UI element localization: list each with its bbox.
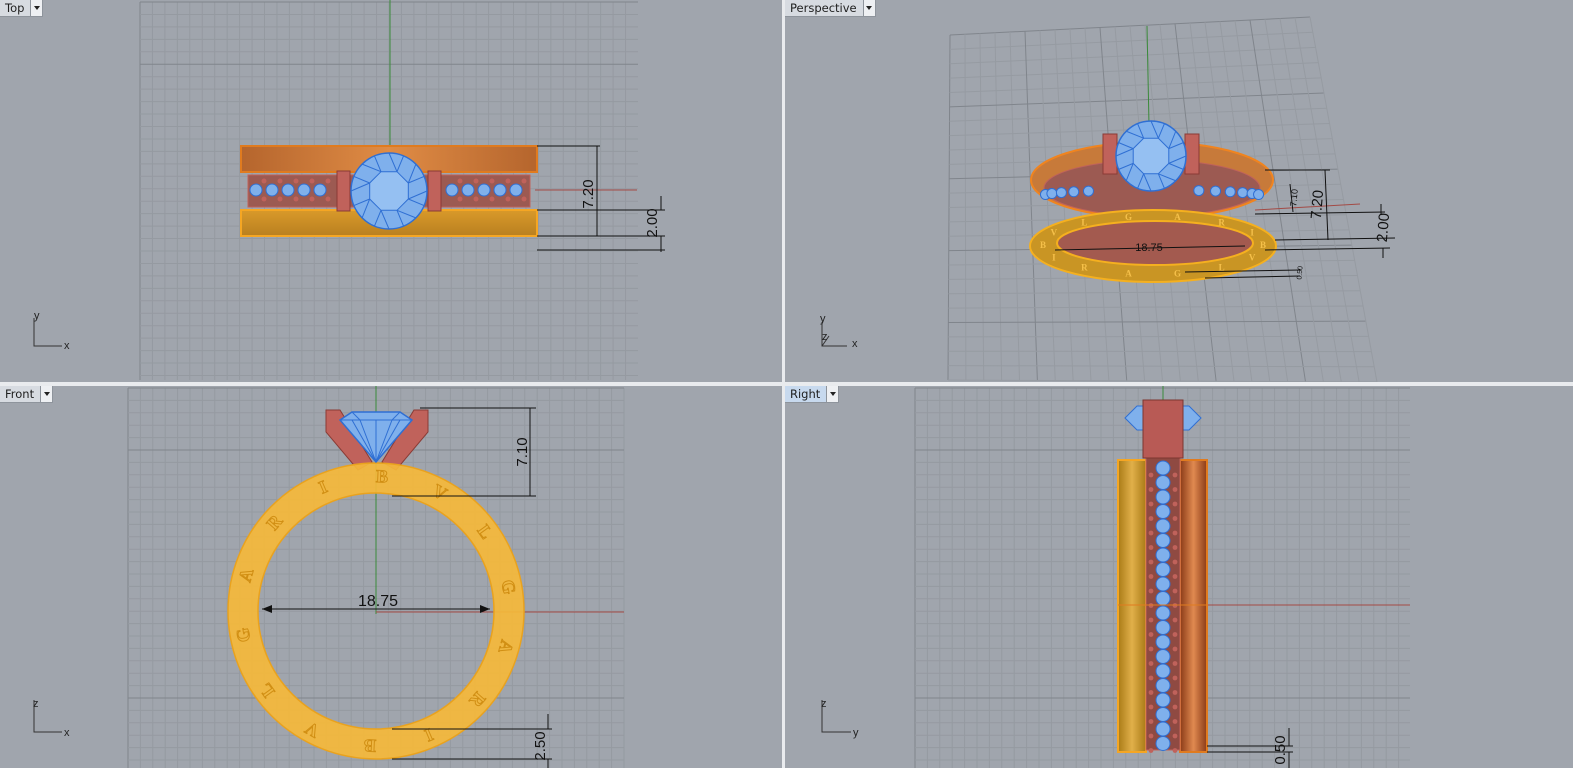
ring-letter: I — [1052, 253, 1056, 263]
axis-z-label: z — [822, 331, 828, 343]
axis-x-label: x — [852, 338, 858, 350]
viewport-right[interactable]: Right 0.50 z y — [785, 386, 1573, 768]
dropdown-arrow-icon[interactable] — [826, 386, 839, 402]
viewport-tab-front[interactable]: Front — [0, 386, 54, 403]
viewport-tab-perspective[interactable]: Perspective — [785, 0, 876, 17]
axis-x-label: x — [64, 727, 70, 739]
setting-head — [1142, 399, 1184, 459]
dim-persp-tiny: 0.50 — [1296, 266, 1304, 280]
ring-letter: B — [1040, 240, 1046, 250]
prong-right — [427, 170, 442, 212]
axis-triad — [33, 318, 62, 347]
ring-letter: R — [1218, 217, 1225, 227]
copper-band — [1179, 459, 1208, 753]
dim-right-band: 0.50 — [1272, 735, 1289, 764]
dim-front-band: 2.50 — [532, 731, 549, 760]
dim-persp-diameter: 18.75 — [1135, 242, 1163, 254]
dim-persp-height: 7.20 — [1308, 189, 1327, 220]
ring-letter: L — [1081, 217, 1087, 227]
dropdown-arrow-icon[interactable] — [40, 386, 53, 402]
viewport-tab-right[interactable]: Right — [785, 386, 840, 403]
z-axis-line — [1146, 25, 1150, 126]
axis-z-label: z — [821, 698, 827, 710]
ring-letter: A — [1125, 268, 1132, 278]
viewport-top[interactable]: Top 7.20 2.00 y x — [0, 0, 782, 382]
ring-letter: B — [363, 735, 376, 756]
prong-right — [1184, 133, 1200, 175]
axis-z-label: z — [33, 698, 39, 710]
center-diamond — [1115, 120, 1187, 192]
dim-top-band: 2.00 — [644, 208, 661, 237]
viewport-title: Front — [5, 387, 35, 401]
center-diamond — [350, 152, 428, 230]
front-view-canvas[interactable]: BVLGARIBVLGARI 7.10 18.75 2.50 z x — [0, 386, 782, 768]
prong-left — [1102, 133, 1118, 175]
viewport-front[interactable]: Front BVLGARIBVLGARI 7.10 18.75 2.50 z x — [0, 386, 782, 768]
ring-letter: A — [1174, 212, 1181, 222]
ring-letter: I — [1250, 227, 1254, 237]
perspective-view-canvas[interactable]: BVLGARIBVLG ARI 7.20 2.00 7.10 18.75 0.50… — [785, 0, 1573, 382]
ring-letter: R — [1081, 263, 1088, 273]
ring-letter: G — [1174, 268, 1181, 278]
axis-y-label: y — [34, 310, 40, 322]
ring-letter: V — [1051, 227, 1058, 237]
gold-band — [1117, 459, 1147, 753]
dropdown-arrow-icon[interactable] — [862, 0, 875, 16]
dim-front-setting: 7.10 — [514, 437, 531, 466]
ring-letter: V — [1249, 253, 1256, 263]
ring-letter: G — [1125, 212, 1132, 222]
dim-persp-small: 7.10 — [1288, 189, 1299, 207]
dim-front-diameter: 18.75 — [358, 593, 398, 610]
axis-y-label: y — [853, 727, 859, 739]
viewport-title: Perspective — [790, 1, 857, 15]
viewport-title: Right — [790, 387, 821, 401]
dropdown-arrow-icon[interactable] — [30, 0, 43, 16]
prong-left — [336, 170, 351, 212]
dim-top-height: 7.20 — [580, 179, 597, 208]
viewport-tab-top[interactable]: Top — [0, 0, 44, 17]
x-axis-line — [1254, 203, 1361, 211]
viewport-perspective[interactable]: Perspective BVLGARIBVLGARI 7.20 2.00 7.1… — [785, 0, 1573, 382]
right-view-canvas[interactable]: 0.50 z y — [785, 386, 1573, 768]
axis-y-label: y — [820, 313, 826, 325]
viewport-title: Top — [5, 1, 25, 15]
ring-letter: B — [1260, 240, 1266, 250]
axis-x-label: x — [64, 340, 70, 352]
ring-letter: B — [376, 466, 389, 487]
top-view-canvas[interactable]: 7.20 2.00 y x — [0, 0, 782, 382]
dim-persp-band: 2.00 — [1374, 212, 1393, 243]
